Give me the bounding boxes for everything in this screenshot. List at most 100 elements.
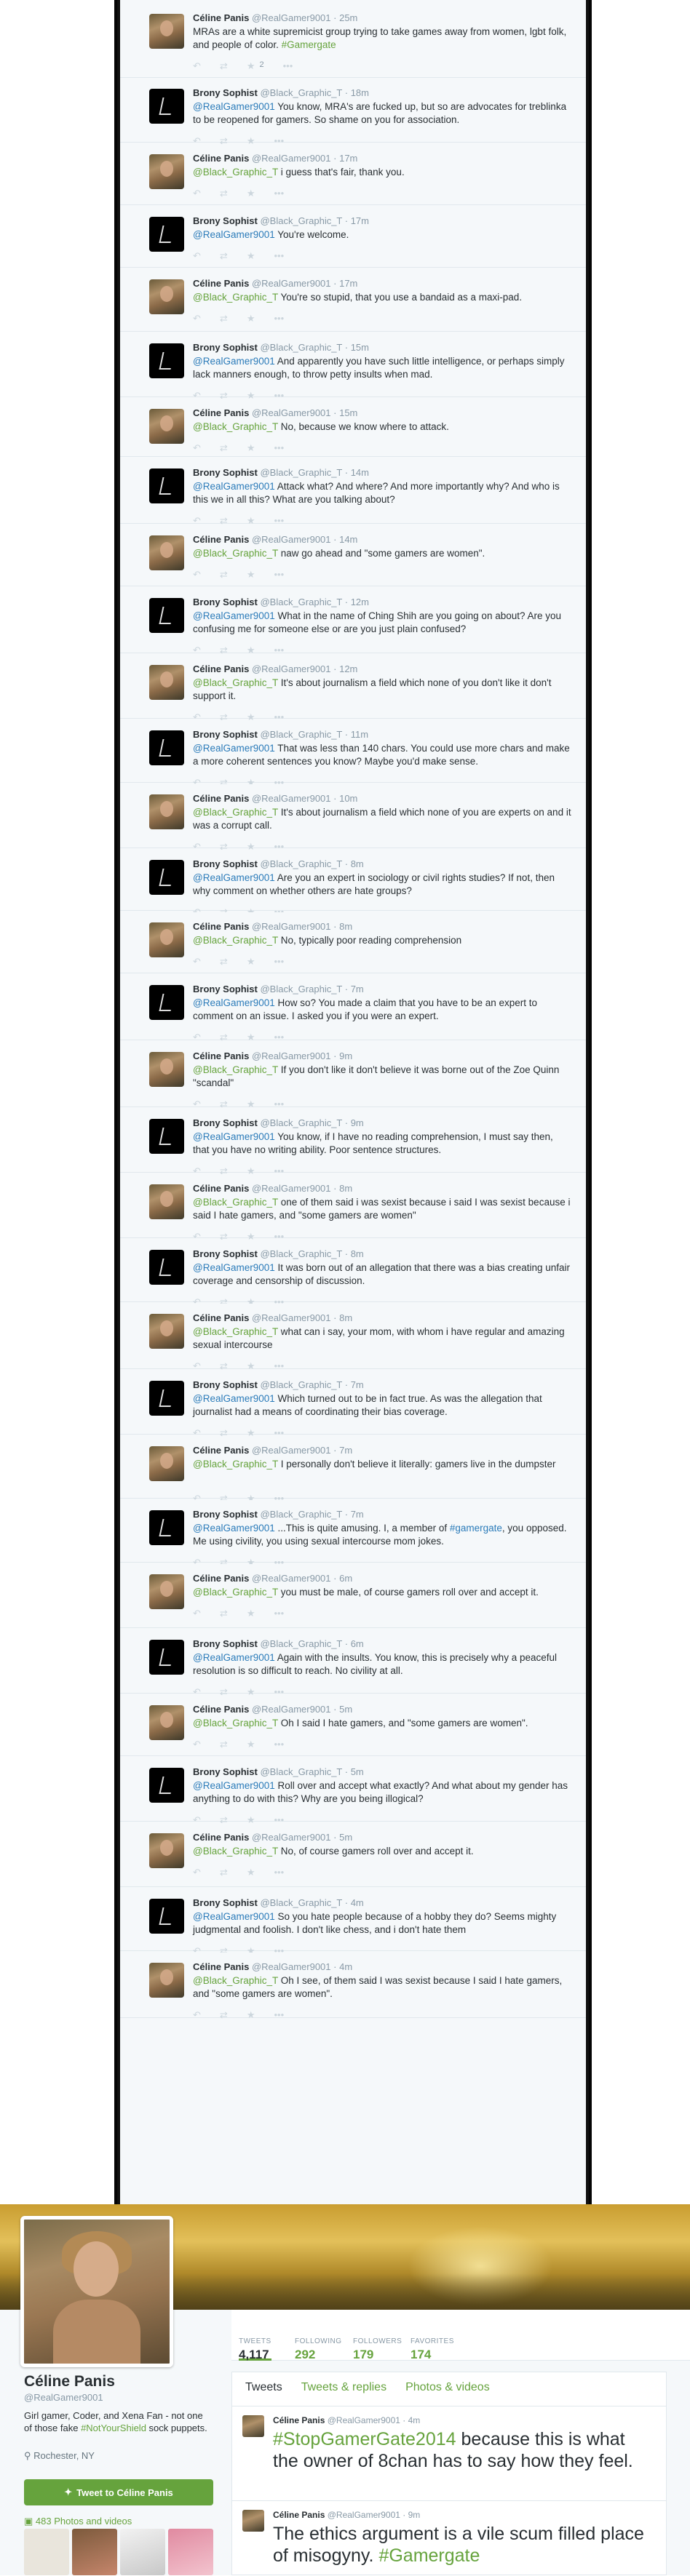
star-icon[interactable]: ★ (247, 2009, 255, 2021)
retweet-icon[interactable]: ⇄ (220, 60, 228, 72)
star-icon[interactable]: ★ (247, 1739, 255, 1750)
tweet-author-handle[interactable]: @RealGamer9001 (252, 921, 331, 932)
tweet-author-name[interactable]: Brony Sophist (193, 597, 258, 607)
tweet-author-name[interactable]: Brony Sophist (193, 1509, 258, 1520)
reply-icon[interactable]: ↶ (193, 442, 201, 454)
mention-link[interactable]: @RealGamer9001 (193, 101, 275, 112)
tweet-timestamp[interactable]: 12m (339, 663, 357, 674)
tweet-author-name[interactable]: Céline Panis (273, 2415, 325, 2425)
mention-link[interactable]: @Black_Graphic_T (193, 677, 278, 688)
star-icon[interactable]: ★ (247, 250, 255, 262)
tweet-author-name[interactable]: Céline Panis (193, 921, 249, 932)
mention-link[interactable]: @RealGamer9001 (193, 1911, 275, 1922)
star-icon[interactable]: ★ (247, 60, 255, 72)
tweet-author-name[interactable]: Brony Sophist (193, 1638, 258, 1649)
mention-link[interactable]: @Black_Graphic_T (193, 167, 278, 178)
more-icon[interactable]: ••• (274, 1867, 284, 1878)
tweet-author-name[interactable]: Céline Panis (193, 534, 249, 545)
tweet-author-handle[interactable]: @Black_Graphic_T (260, 1766, 342, 1777)
tweet[interactable]: Céline Panis @RealGamer9001 · 14m @Black_… (120, 525, 586, 586)
tweet-avatar[interactable] (149, 154, 184, 189)
tweet-author-handle[interactable]: @RealGamer9001 (252, 1050, 331, 1061)
star-icon[interactable]: ★ (247, 1608, 255, 1619)
photo-thumbnail[interactable] (72, 2529, 117, 2575)
tweet-avatar[interactable] (149, 1640, 184, 1675)
tweet-author-name[interactable]: Céline Panis (193, 663, 249, 674)
tab-photos-videos[interactable]: Photos & videos (405, 2381, 490, 2394)
mention-link[interactable]: @Black_Graphic_T (193, 1459, 278, 1470)
star-icon[interactable]: ★ (247, 1867, 255, 1878)
tweet-timestamp[interactable]: 9m (351, 1117, 364, 1128)
tweet-author-name[interactable]: Brony Sophist (193, 342, 258, 353)
tweet-avatar[interactable] (149, 343, 184, 378)
more-icon[interactable]: ••• (274, 2009, 284, 2021)
mention-link[interactable]: @RealGamer9001 (193, 1131, 275, 1142)
hashtag-link[interactable]: #gamergate (450, 1523, 502, 1534)
mention-link[interactable]: @Black_Graphic_T (193, 807, 278, 818)
mention-link[interactable]: @RealGamer9001 (193, 1652, 275, 1663)
star-icon[interactable]: ★ (247, 956, 255, 968)
tab-tweets[interactable]: Tweets (245, 2381, 282, 2394)
tweet-author-handle[interactable]: @RealGamer9001 (252, 1832, 331, 1843)
photo-thumbnail[interactable] (168, 2529, 213, 2575)
tweet-timestamp[interactable]: 5m (339, 1832, 352, 1843)
tweet[interactable]: Céline Panis @RealGamer9001 · 5m @Black_G… (120, 1823, 586, 1887)
tweet-timestamp[interactable]: 14m (351, 467, 369, 478)
reply-icon[interactable]: ↶ (193, 313, 201, 324)
stat-following[interactable]: FOLLOWING 292 (295, 2337, 342, 2362)
more-icon[interactable]: ••• (283, 60, 293, 72)
tweet-author-handle[interactable]: @RealGamer9001 (252, 793, 331, 804)
retweet-icon[interactable]: ⇄ (220, 569, 228, 581)
tweet-author-handle[interactable]: @RealGamer9001 (328, 2510, 400, 2520)
tweet-author-name[interactable]: Céline Panis (193, 1445, 249, 1456)
tweet-author-name[interactable]: Brony Sophist (193, 1897, 258, 1908)
tweet-author-name[interactable]: Brony Sophist (193, 1117, 258, 1128)
mention-link[interactable]: @RealGamer9001 (193, 1262, 275, 1273)
reply-icon[interactable]: ↶ (193, 1739, 201, 1750)
tweet-avatar[interactable] (149, 1446, 184, 1481)
tweet-timestamp[interactable]: 4m (351, 1897, 364, 1908)
reply-icon[interactable]: ↶ (193, 2009, 201, 2021)
tweet-avatar[interactable] (149, 1381, 184, 1416)
tweet-avatar[interactable] (149, 1833, 184, 1868)
profile-tweet[interactable]: Céline Panis @RealGamer9001 · 9m The ethi… (232, 2500, 666, 2576)
mention-link[interactable]: @RealGamer9001 (193, 229, 275, 240)
tweet-timestamp[interactable]: 10m (339, 793, 357, 804)
tweet[interactable]: Céline Panis @RealGamer9001 · 5m @Black_G… (120, 1695, 586, 1756)
tweet-author-handle[interactable]: @Black_Graphic_T (260, 729, 342, 740)
tweet-author-handle[interactable]: @RealGamer9001 (252, 1573, 331, 1584)
tweet-author-name[interactable]: Brony Sophist (193, 215, 258, 226)
tweet-author-name[interactable]: Brony Sophist (193, 87, 258, 98)
more-icon[interactable]: ••• (274, 250, 284, 262)
tweet-avatar[interactable] (149, 14, 184, 49)
tweet-author-handle[interactable]: @RealGamer9001 (252, 1183, 331, 1194)
tweet-author-handle[interactable]: @Black_Graphic_T (260, 1509, 342, 1520)
profile-avatar[interactable] (20, 2216, 173, 2367)
mention-link[interactable]: @Black_Graphic_T (193, 1975, 278, 1986)
tweet-timestamp[interactable]: 6m (339, 1573, 352, 1584)
tweet-avatar[interactable] (149, 1250, 184, 1285)
tweet-author-handle[interactable]: @RealGamer9001 (252, 1704, 331, 1715)
tweet-author-handle[interactable]: @RealGamer9001 (252, 278, 331, 289)
tweet-author-handle[interactable]: @Black_Graphic_T (260, 1379, 342, 1390)
tweet-author-handle[interactable]: @Black_Graphic_T (260, 858, 342, 869)
tweet-timestamp[interactable]: 7m (351, 1379, 364, 1390)
mention-link[interactable]: @RealGamer9001 (193, 997, 275, 1008)
tweet-timestamp[interactable]: 17m (339, 153, 357, 164)
tweet-author-handle[interactable]: @RealGamer9001 (252, 534, 331, 545)
tweet-avatar[interactable] (149, 730, 184, 765)
more-icon[interactable]: ••• (274, 956, 284, 968)
tweet[interactable]: Brony Sophist @Black_Graphic_T · 4m @Real… (120, 1889, 586, 1956)
tweet-timestamp[interactable]: 11m (351, 729, 368, 740)
tweet-author-name[interactable]: Céline Panis (193, 278, 249, 289)
tweet[interactable]: Céline Panis @RealGamer9001 · 8m @Black_G… (120, 1174, 586, 1242)
tweet-author-handle[interactable]: @Black_Graphic_T (260, 87, 342, 98)
tweet[interactable]: Céline Panis @RealGamer9001 · 17m @Black_… (120, 269, 586, 332)
tweet[interactable]: Céline Panis @RealGamer9001 · 25m MRAs ar… (120, 4, 586, 78)
tweet-avatar[interactable] (149, 1052, 184, 1087)
retweet-icon[interactable]: ⇄ (220, 1739, 228, 1750)
tweet[interactable]: Céline Panis @RealGamer9001 · 8m @Black_G… (120, 912, 586, 973)
reply-icon[interactable]: ↶ (193, 569, 201, 581)
tweet-timestamp[interactable]: 8m (351, 1248, 364, 1259)
mention-link[interactable]: @RealGamer9001 (193, 872, 275, 883)
